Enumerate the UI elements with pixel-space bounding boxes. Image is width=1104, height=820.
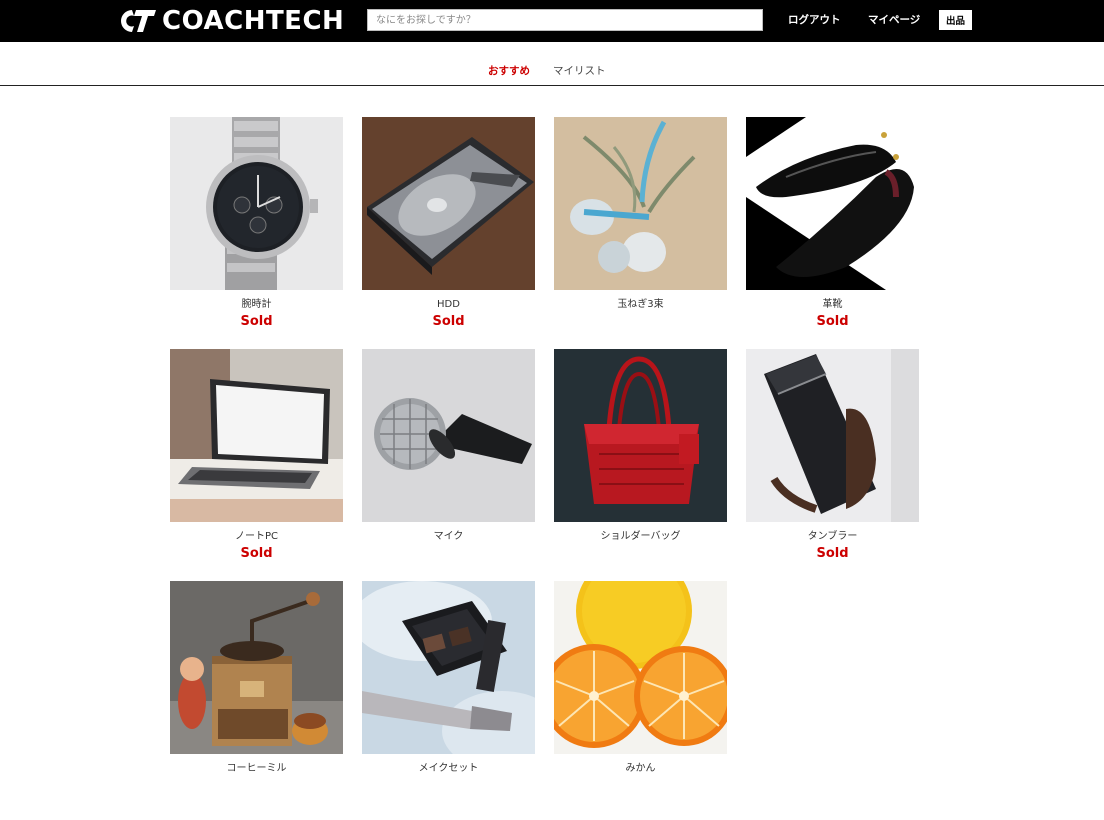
tab-bar: おすすめ マイリスト [0,42,1104,86]
logout-link[interactable]: ログアウト [788,12,841,28]
product-image-wristwatch [170,117,343,290]
ct-logo-icon [121,10,156,32]
product-grid: 腕時計 Sold HDD Sold 玉ねぎ3束 革靴 Sold ノートPC So… [170,117,920,813]
product-card[interactable]: 腕時計 Sold [170,117,343,349]
product-image-shoulder-bag [554,349,727,522]
product-name: タンブラー [807,531,858,542]
product-card[interactable]: 革靴 Sold [746,117,919,349]
product-name: 玉ねぎ3束 [617,299,664,310]
product-card[interactable]: マイク [362,349,535,581]
sold-label: Sold [240,546,273,561]
tab-mylist[interactable]: マイリスト [553,64,606,78]
product-image-laptop [170,349,343,522]
product-name: メイクセット [418,763,479,774]
product-name: コーヒーミル [226,763,287,774]
product-image-leather-shoes [746,117,919,290]
sell-button[interactable]: 出品 [939,10,972,30]
logo-text: COACHTECH [162,6,345,36]
site-header: COACHTECH ログアウト マイページ 出品 [0,0,1104,42]
product-name: 革靴 [822,299,843,310]
tab-recommended[interactable]: おすすめ [488,64,530,78]
product-image-onions [554,117,727,290]
sold-label: Sold [816,546,849,561]
product-image-hard-drive [362,117,535,290]
product-card[interactable]: 玉ねぎ3束 [554,117,727,349]
product-image-microphone [362,349,535,522]
product-image-tumbler [746,349,919,522]
product-name: ショルダーバッグ [600,531,681,542]
product-card[interactable]: みかん [554,581,727,813]
product-card[interactable]: ノートPC Sold [170,349,343,581]
mypage-link[interactable]: マイページ [868,12,920,28]
product-card[interactable]: タンブラー Sold [746,349,919,581]
product-card[interactable]: ショルダーバッグ [554,349,727,581]
product-image-mandarin-oranges [554,581,727,754]
search-input[interactable] [367,9,763,31]
coachtech-logo[interactable]: COACHTECH [118,6,344,36]
product-name: HDD [437,299,460,310]
sold-label: Sold [240,314,273,329]
product-image-coffee-mill [170,581,343,754]
product-card[interactable]: コーヒーミル [170,581,343,813]
product-name: 腕時計 [241,299,272,310]
sold-label: Sold [816,314,849,329]
product-image-makeup-set [362,581,535,754]
product-name: ノートPC [234,531,278,542]
product-name: マイク [433,531,464,542]
product-name: みかん [625,763,656,774]
product-card[interactable]: メイクセット [362,581,535,813]
product-card[interactable]: HDD Sold [362,117,535,349]
sold-label: Sold [432,314,465,329]
